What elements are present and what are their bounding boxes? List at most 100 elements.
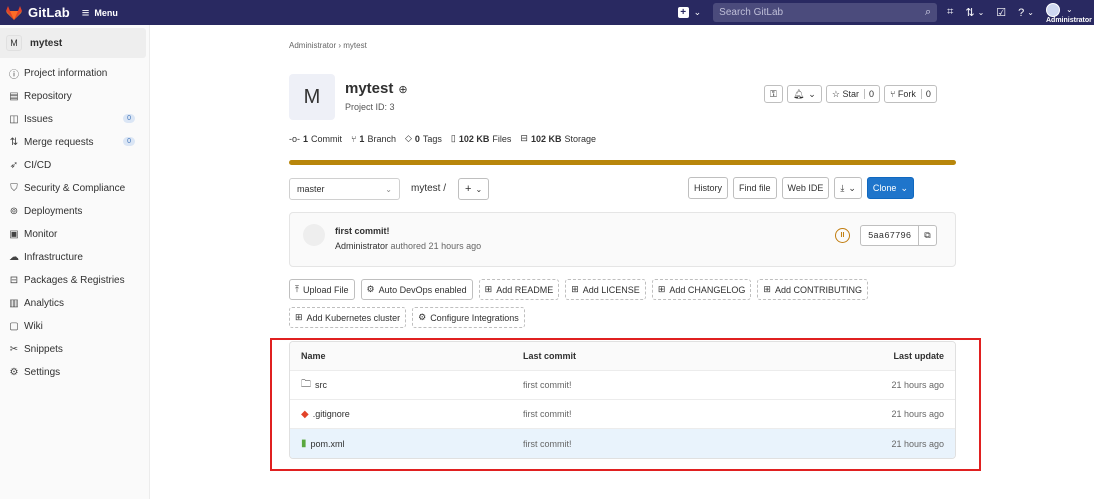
fork-icon: ⑂	[889, 89, 896, 99]
new-dropdown[interactable]: + ⌄	[677, 7, 702, 18]
auto-devops-button[interactable]: ⚙ Auto DevOps enabled	[360, 279, 473, 300]
language-bar[interactable]	[289, 160, 956, 165]
commit-title[interactable]: first commit!	[335, 226, 390, 236]
quick-action-label: Add LICENSE	[582, 284, 640, 295]
sidebar-item-wiki[interactable]: ▢ Wiki	[0, 315, 149, 338]
sidebar-item-snippets[interactable]: ✂ Snippets	[0, 338, 149, 361]
project-avatar-small: M	[6, 35, 22, 51]
repo-path-root[interactable]: mytest	[411, 183, 440, 194]
clone-button[interactable]: Clone ⌄	[866, 177, 914, 199]
files-stat[interactable]: ▯ 102 KB Files	[451, 133, 511, 144]
project-actions: ⚿ 🔔︎ ⌄ ☆ Star 0 ⑂ Fork 0	[764, 85, 941, 103]
star-label: Star	[842, 89, 859, 99]
chevron-down-icon: ⌄	[1066, 5, 1073, 14]
deployments-icon: ⊚	[9, 206, 19, 217]
star-icon: ☆	[831, 88, 840, 99]
cloud-icon: ☁	[9, 252, 19, 263]
star-button[interactable]: ☆ Star 0	[825, 85, 880, 103]
sidebar-project-header[interactable]: M mytest	[0, 28, 146, 58]
sidebar-item-label: Packages & Registries	[24, 275, 125, 286]
issues-shortcut[interactable]: ⌗	[947, 6, 953, 19]
merge-requests-shortcut[interactable]: ⇅ ⌄	[965, 6, 984, 19]
search-input[interactable]: Search GitLab ⌕	[713, 3, 938, 22]
commit-sha-value[interactable]: 5aa67796	[861, 231, 918, 241]
todos-shortcut[interactable]: ☑	[996, 6, 1006, 19]
user-menu[interactable]: ⌄ Administrator	[1046, 0, 1094, 25]
branches-count: 1	[359, 133, 365, 144]
tags-stat[interactable]: ◇ 0 Tags	[405, 133, 442, 144]
user-name: Administrator	[1046, 17, 1092, 24]
sidebar-item-deployments[interactable]: ⊚ Deployments	[0, 200, 149, 223]
add-changelog-button[interactable]: ⊞ Add CHANGELOG	[651, 279, 752, 300]
admin-button[interactable]: ⚿	[764, 85, 783, 103]
branches-stat[interactable]: ⑂ 1 Branch	[351, 133, 396, 144]
files-label: Files	[492, 133, 512, 144]
sidebar-item-label: Merge requests	[24, 137, 94, 148]
chevron-down-icon: ⌄	[900, 182, 908, 193]
gear-icon: ⚙	[9, 367, 19, 378]
tags-label: Tags	[422, 133, 442, 144]
path-separator: /	[443, 183, 447, 194]
quick-action-label: Upload File	[302, 284, 349, 295]
tags-count: 0	[414, 133, 420, 144]
project-id: Project ID: 3	[345, 102, 395, 112]
menu-button[interactable]: ≡ Menu	[82, 6, 118, 19]
sidebar-item-ci-cd[interactable]: ➶ CI/CD	[0, 154, 149, 177]
sidebar-item-issues[interactable]: ◫ Issues 0	[0, 108, 149, 131]
gear-icon: ⚙	[366, 284, 375, 294]
chevron-down-icon: ⌄	[693, 7, 702, 17]
sidebar-item-project-information[interactable]: ⓘ Project information	[0, 62, 149, 85]
plus-square-icon: ⊞	[571, 284, 579, 294]
download-button[interactable]: ⤓ ⌄	[834, 177, 862, 199]
commit-author-avatar[interactable]	[303, 224, 325, 246]
configure-integrations-button[interactable]: ⚙ Configure Integrations	[412, 307, 525, 328]
hamburger-icon: ≡	[81, 5, 90, 20]
sidebar-item-repository[interactable]: ▤ Repository	[0, 85, 149, 108]
sidebar-item-settings[interactable]: ⚙ Settings	[0, 361, 149, 384]
help-dropdown[interactable]: ? ⌄	[1018, 7, 1034, 19]
add-readme-button[interactable]: ⊞ Add README	[478, 279, 560, 300]
upload-file-button[interactable]: ⤒ Upload File	[289, 279, 355, 300]
branch-selector[interactable]: master ⌄	[289, 178, 400, 200]
issues-count-badge: 0	[123, 114, 135, 123]
add-license-button[interactable]: ⊞ Add LICENSE	[565, 279, 646, 300]
download-icon: ⤓	[840, 182, 845, 193]
sidebar-item-security-compliance[interactable]: ⛉ Security & Compliance	[0, 177, 149, 200]
pipeline-status-icon[interactable]: II	[835, 228, 850, 243]
highlight-box	[270, 338, 981, 471]
project-title: mytest	[345, 80, 394, 97]
chart-icon: ▥	[9, 298, 19, 309]
tanuki-icon	[6, 5, 22, 20]
commit-author[interactable]: Administrator	[335, 241, 388, 251]
menu-label: Menu	[94, 7, 118, 18]
add-kubernetes-cluster-button[interactable]: ⊞ Add Kubernetes cluster	[289, 307, 407, 328]
storage-size: 102 KB	[530, 133, 562, 144]
breadcrumb: Administrator › mytest	[289, 41, 367, 50]
add-contributing-button[interactable]: ⊞ Add CONTRIBUTING	[757, 279, 868, 300]
chevron-down-icon: ⌄	[977, 8, 985, 17]
sidebar-item-monitor[interactable]: ▣ Monitor	[0, 223, 149, 246]
gitlab-logo[interactable]: GitLab	[6, 5, 70, 20]
quick-action-label: Add CHANGELOG	[669, 284, 746, 295]
commits-stat[interactable]: -o- 1 Commit	[289, 133, 342, 144]
fork-count: 0	[920, 89, 931, 99]
notification-button[interactable]: 🔔︎ ⌄	[786, 85, 822, 103]
sidebar-item-packages-registries[interactable]: ⊟ Packages & Registries	[0, 269, 149, 292]
copy-icon[interactable]: ⧉	[918, 226, 935, 245]
sidebar-item-label: Analytics	[24, 298, 65, 309]
sidebar-item-infrastructure[interactable]: ☁ Infrastructure	[0, 246, 149, 269]
history-button[interactable]: History	[688, 177, 729, 199]
web-ide-button[interactable]: Web IDE	[781, 177, 830, 199]
add-to-tree-button[interactable]: + ⌄	[458, 178, 490, 200]
fork-button[interactable]: ⑂ Fork 0	[883, 85, 937, 103]
quick-action-label: Configure Integrations	[430, 312, 519, 323]
chevron-down-icon: ⌄	[385, 184, 392, 194]
breadcrumb-root[interactable]: Administrator	[289, 41, 336, 50]
sidebar-item-merge-requests[interactable]: ⇅ Merge requests 0	[0, 131, 149, 154]
breadcrumb-current[interactable]: mytest	[343, 41, 367, 50]
sidebar-item-analytics[interactable]: ▥ Analytics	[0, 292, 149, 315]
find-file-button[interactable]: Find file	[733, 177, 777, 199]
sidebar-item-label: Wiki	[24, 321, 43, 332]
sidebar-item-label: CI/CD	[24, 160, 52, 171]
sidebar: M mytest ⓘ Project information ▤ Repositor…	[0, 25, 150, 499]
